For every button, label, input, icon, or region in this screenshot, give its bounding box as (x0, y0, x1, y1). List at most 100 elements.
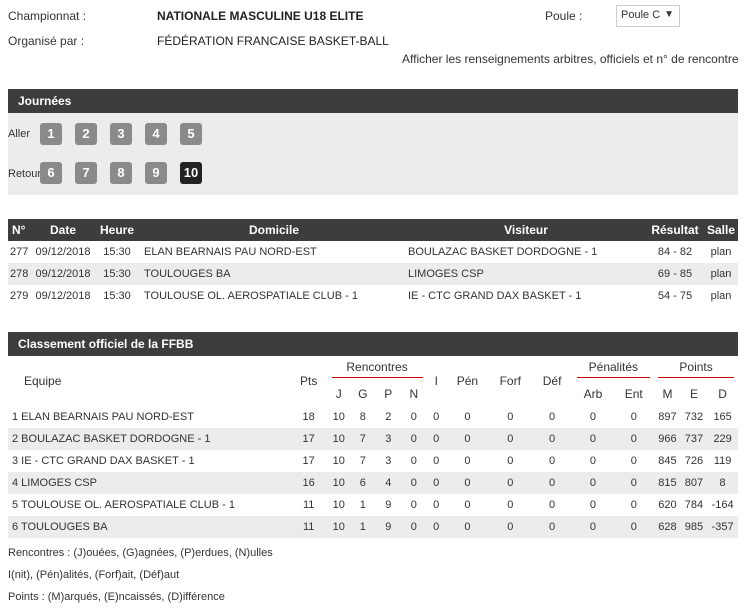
team-pen: 0 (464, 411, 471, 423)
team-pts: 11 (302, 499, 315, 511)
standings-table: Equipe Pts Rencontres I Pén Forf Déf Pén… (8, 356, 738, 538)
match-date: 09/12/2018 (35, 246, 91, 258)
match-salle-link[interactable]: plan (704, 241, 738, 263)
team-forf: 0 (507, 499, 514, 511)
team-g: 1 (350, 516, 376, 538)
journee-button-8[interactable]: 8 (110, 162, 132, 184)
team-e: 784 (684, 499, 704, 511)
team-e: 807 (680, 472, 708, 494)
match-heure: 15:30 (92, 263, 142, 285)
col-header-p: P (384, 387, 393, 401)
col-header-pts: Pts (299, 374, 318, 388)
col-header-pen: Pén (456, 374, 479, 388)
team-m: 628 (654, 516, 681, 538)
match-salle-link[interactable]: plan (704, 263, 738, 285)
team-e: 737 (680, 428, 708, 450)
match-resultat: 69 - 85 (646, 263, 704, 285)
team-def: 0 (549, 411, 556, 423)
team-def: 0 (549, 499, 556, 511)
team-g: 7 (359, 455, 366, 467)
team-i: 0 (433, 499, 440, 511)
col-header-resultat: Résultat (646, 219, 704, 241)
team-pen: 0 (445, 516, 489, 538)
poule-label: Poule : (545, 9, 583, 23)
legend-penalites: I(nit), (Pén)alités, (Forf)ait, (Déf)aut (8, 569, 180, 581)
poule-select[interactable]: Poule C ▼ (616, 5, 680, 27)
team-i: 0 (433, 411, 440, 423)
team-n: 0 (410, 455, 417, 467)
col-header-equipe: Equipe (24, 374, 62, 388)
team-g: 7 (350, 428, 376, 450)
col-header-date: Date (34, 219, 92, 241)
legend-points: Points : (M)arqués, (E)ncaissés, (D)iffé… (8, 591, 225, 603)
journee-button-10[interactable]: 10 (180, 162, 202, 184)
team-m: 815 (654, 472, 681, 494)
team-def: 0 (531, 428, 573, 450)
match-date: 09/12/2018 (34, 263, 92, 285)
journees-panel: Aller 1 2 3 4 5 Retour 6 7 8 9 10 (8, 113, 738, 195)
championnat-value: NATIONALE MASCULINE U18 ELITE (157, 9, 364, 23)
referees-info-link[interactable]: Afficher les renseignements arbitres, of… (402, 52, 739, 66)
team-m: 897 (658, 411, 677, 423)
team-d: 165 (713, 411, 732, 423)
team-j: 10 (332, 411, 345, 423)
team-p: 9 (375, 516, 402, 538)
journee-button-1[interactable]: 1 (40, 123, 62, 145)
legend-rencontres: Rencontres : (J)ouées, (G)agnées, (P)erd… (8, 547, 273, 559)
team-ent: 0 (613, 516, 655, 538)
journee-button-2[interactable]: 2 (75, 123, 97, 145)
match-resultat: 84 - 82 (657, 246, 693, 258)
col-header-def: Déf (542, 374, 562, 388)
col-header-points: Points (654, 356, 738, 382)
team-n: 0 (401, 428, 427, 450)
retour-label: Retour (8, 168, 42, 180)
standings-panel: Equipe Pts Rencontres I Pén Forf Déf Pén… (8, 356, 738, 542)
table-row: 6 TOULOUGES BA 11 10 1 9 0 0 0 0 0 0 0 628 985 -357 (8, 516, 738, 538)
match-num: 278 (8, 263, 34, 285)
match-domicile: ELAN BEARNAIS PAU NORD-EST (144, 246, 317, 258)
journee-button-6[interactable]: 6 (40, 162, 62, 184)
team-pts: 11 (289, 516, 328, 538)
team-forf: 0 (488, 516, 532, 538)
col-header-num: N° (8, 219, 34, 241)
team-d: -164 (711, 499, 734, 511)
journee-button-3[interactable]: 3 (110, 123, 132, 145)
journee-button-7[interactable]: 7 (75, 162, 97, 184)
team-ent: 0 (630, 455, 637, 467)
team-arb: 0 (589, 499, 596, 511)
match-salle-link[interactable]: plan (704, 285, 738, 307)
team-p: 3 (375, 428, 402, 450)
team-pts: 17 (302, 455, 315, 467)
table-row: 278 09/12/2018 15:30 TOULOUGES BA LIMOGE… (8, 263, 738, 285)
col-header-domicile: Domicile (142, 219, 406, 241)
col-header-forf: Forf (499, 374, 521, 388)
match-resultat: 54 - 75 (657, 290, 693, 302)
team-d: 8 (707, 472, 738, 494)
table-row: 2 BOULAZAC BASKET DORDOGNE - 1 17 10 7 3 0 0 0 0… (8, 428, 738, 450)
team-g: 1 (359, 499, 366, 511)
team-p: 2 (385, 411, 392, 423)
match-num: 279 (10, 290, 29, 302)
classement-header: Classement officiel de la FFBB (8, 332, 738, 356)
table-row: 3 IE - CTC GRAND DAX BASKET - 1 17 10 7 3 0 0 0… (8, 450, 738, 472)
journee-button-4[interactable]: 4 (145, 123, 167, 145)
table-row: 277 09/12/2018 15:30 ELAN BEARNAIS PAU N… (8, 241, 738, 263)
team-name: 3 IE - CTC GRAND DAX BASKET - 1 (12, 455, 195, 467)
aller-label: Aller (8, 128, 31, 140)
table-row: 279 09/12/2018 15:30 TOULOUSE OL. AEROSP… (8, 285, 738, 307)
team-p: 9 (385, 499, 392, 511)
journee-button-5[interactable]: 5 (180, 123, 202, 145)
organise-label: Organisé par : (8, 34, 85, 48)
match-visiteur: IE - CTC GRAND DAX BASKET - 1 (408, 290, 582, 302)
team-p: 4 (375, 472, 402, 494)
match-domicile: TOULOUGES BA (142, 263, 406, 285)
team-name: 5 TOULOUSE OL. AEROSPATIALE CLUB - 1 (12, 499, 235, 511)
organise-value: FÉDÉRATION FRANCAISE BASKET-BALL (157, 34, 389, 48)
team-g: 6 (350, 472, 376, 494)
team-name: 6 TOULOUGES BA (8, 516, 290, 538)
matches-header-row: N° Date Heure Domicile Visiteur Résultat… (8, 219, 738, 241)
match-heure: 15:30 (103, 246, 131, 258)
journee-button-9[interactable]: 9 (145, 162, 167, 184)
team-arb: 0 (572, 428, 614, 450)
team-j: 10 (332, 455, 345, 467)
